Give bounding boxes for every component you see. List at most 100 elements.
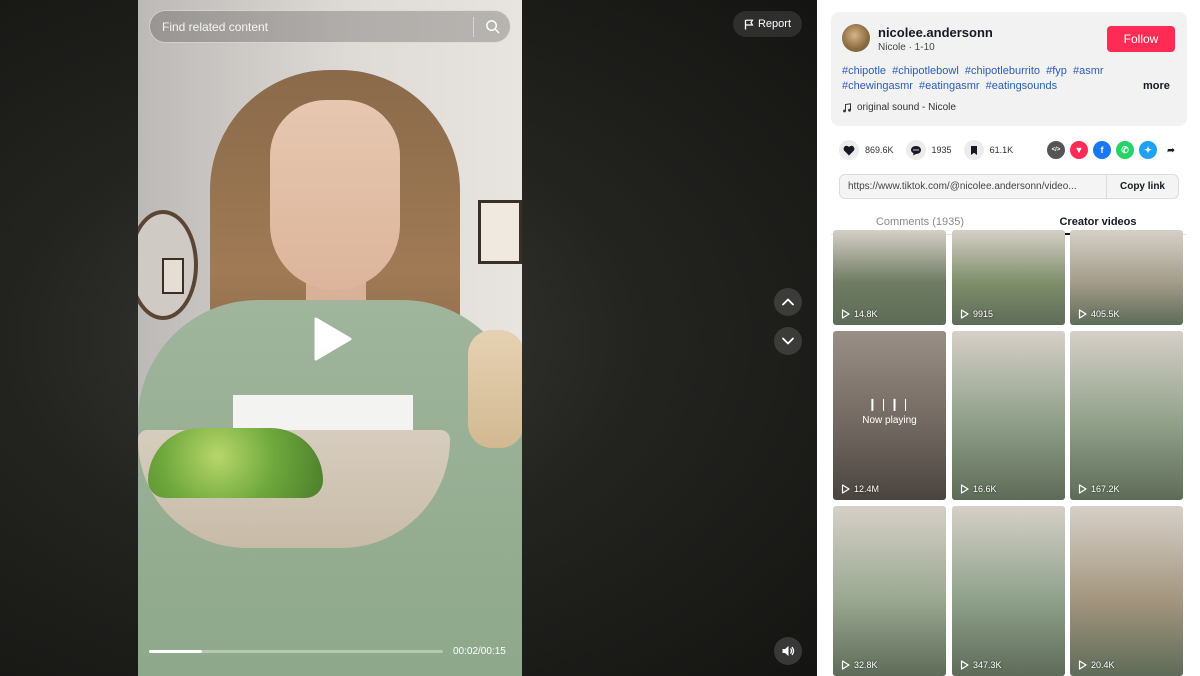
play-outline-icon (1078, 309, 1087, 319)
video-salad (148, 428, 323, 498)
sound-link[interactable]: original sound - Nicole (842, 102, 956, 113)
search-input[interactable] (150, 11, 473, 42)
play-outline-icon (960, 484, 969, 494)
whatsapp-icon[interactable]: ✆ (1116, 141, 1134, 159)
view-count: 14.8K (841, 309, 878, 319)
play-outline-icon (841, 484, 850, 494)
volume-button[interactable] (774, 637, 802, 665)
hashtag-link[interactable]: #fyp (1046, 65, 1067, 77)
view-count-text: 16.6K (973, 484, 997, 494)
play-outline-icon (841, 660, 850, 670)
sound-label: original sound - Nicole (857, 102, 956, 113)
video-area: Report 00:02/00:15 (0, 0, 817, 676)
share-arrow-icon[interactable]: ➦ (1162, 141, 1180, 159)
video-scene-picture-frame (162, 258, 184, 294)
play-outline-icon (1078, 484, 1087, 494)
previous-video-button[interactable] (774, 288, 802, 316)
view-count-text: 405.5K (1091, 309, 1120, 319)
view-count: 405.5K (1078, 309, 1120, 319)
creator-video-thumbnail[interactable]: 16.6K (952, 331, 1065, 500)
hashtag-link[interactable]: #chipotlebowl (892, 65, 959, 77)
creator-video-thumbnail[interactable]: 32.8K (833, 506, 946, 676)
video-link-row: https://www.tiktok.com/@nicolee.anderson… (839, 174, 1179, 199)
comment-button[interactable]: 1935 (905, 140, 952, 160)
view-count: 9915 (960, 309, 993, 319)
search-icon (485, 20, 499, 34)
hashtag-link[interactable]: #asmr (1073, 65, 1104, 77)
bookmark-icon (963, 140, 984, 160)
creator-video-grid: 14.8K 9915 405.5K ❙❘❙❘ Now playing 12.4M 16.6K… (833, 230, 1185, 676)
view-count-text: 347.3K (973, 660, 1002, 670)
more-link[interactable]: more (1143, 80, 1170, 92)
report-label: Report (757, 18, 792, 30)
video-link-text[interactable]: https://www.tiktok.com/@nicolee.anderson… (840, 181, 1106, 192)
play-button[interactable] (312, 316, 354, 362)
equalizer-icon: ❙❘❙❘ (867, 397, 912, 411)
like-count: 869.6K (865, 145, 894, 155)
play-outline-icon (1078, 660, 1087, 670)
twitter-icon[interactable]: ✦ (1139, 141, 1157, 159)
music-note-icon (843, 102, 851, 112)
speaker-icon (782, 646, 795, 656)
video-progress-bar[interactable] (149, 650, 443, 653)
play-outline-icon (841, 309, 850, 319)
view-count: 16.6K (960, 484, 997, 494)
view-count-text: 12.4M (854, 484, 880, 494)
thumbnail-image (1070, 506, 1183, 676)
view-count: 32.8K (841, 660, 878, 670)
author-username[interactable]: nicolee.andersonn (878, 25, 993, 40)
thumbnail-image (833, 506, 946, 676)
creator-video-thumbnail[interactable]: 167.2K (1070, 331, 1183, 500)
caption-hashtags: #chipotle #chipotlebowl #chipotleburrito… (842, 64, 1132, 94)
hashtag-link[interactable]: #eatingasmr (919, 80, 980, 92)
view-count-text: 32.8K (854, 660, 878, 670)
now-playing-label: Now playing (862, 415, 917, 426)
save-count: 61.1K (989, 145, 1014, 155)
facebook-icon[interactable]: f (1093, 141, 1111, 159)
creator-video-thumbnail[interactable]: ❙❘❙❘ Now playing 12.4M (833, 331, 946, 500)
embed-icon[interactable]: </> (1047, 141, 1065, 159)
view-count-text: 20.4K (1091, 660, 1115, 670)
creator-video-thumbnail[interactable]: 14.8K (833, 230, 946, 325)
save-button[interactable]: 61.1K (963, 140, 1014, 160)
share-icons: </> ▼ f ✆ ✦ ➦ (1047, 141, 1180, 159)
author-subtitle: Nicole · 1-10 (878, 42, 935, 53)
hashtag-link[interactable]: #chewingasmr (842, 80, 913, 92)
play-outline-icon (960, 309, 969, 319)
video-time: 00:02/00:15 (453, 646, 506, 657)
engagement-stats: 869.6K 1935 61.1K (839, 140, 1025, 160)
creator-video-thumbnail[interactable]: 405.5K (1070, 230, 1183, 325)
next-video-button[interactable] (774, 327, 802, 355)
view-count-text: 9915 (973, 309, 994, 319)
flag-icon (744, 19, 754, 29)
copy-link-button[interactable]: Copy link (1106, 175, 1178, 198)
video-person-face (270, 100, 400, 290)
view-count: 20.4K (1078, 660, 1115, 670)
tiktok-video-page: Report 00:02/00:15 (0, 0, 1200, 676)
view-count-text: 167.2K (1091, 484, 1120, 494)
thumbnail-image (1070, 331, 1183, 500)
creator-video-thumbnail[interactable]: 347.3K (952, 506, 1065, 676)
search-button[interactable] (474, 11, 510, 42)
like-button[interactable]: 869.6K (839, 140, 894, 160)
chevron-down-icon (782, 337, 794, 345)
view-count: 347.3K (960, 660, 1002, 670)
hashtag-link[interactable]: #eatingsounds (986, 80, 1058, 92)
follow-button[interactable]: Follow (1107, 26, 1175, 52)
comment-icon (905, 140, 926, 160)
video-progress-fill (149, 650, 202, 653)
creator-video-thumbnail[interactable]: 20.4K (1070, 506, 1183, 676)
play-icon (314, 317, 352, 361)
hashtag-link[interactable]: #chipotleburrito (965, 65, 1040, 77)
view-count: 167.2K (1078, 484, 1120, 494)
hashtag-link[interactable]: #chipotle (842, 65, 886, 77)
tiktok-friends-icon[interactable]: ▼ (1070, 141, 1088, 159)
creator-video-thumbnail[interactable]: 9915 (952, 230, 1065, 325)
search-bar (149, 10, 511, 43)
thumbnail-image (952, 506, 1065, 676)
chevron-up-icon (782, 298, 794, 306)
comment-count: 1935 (931, 145, 952, 155)
report-button[interactable]: Report (733, 11, 802, 37)
avatar[interactable] (842, 24, 870, 52)
author-card: nicolee.andersonn Nicole · 1-10 Follow #… (831, 12, 1187, 126)
